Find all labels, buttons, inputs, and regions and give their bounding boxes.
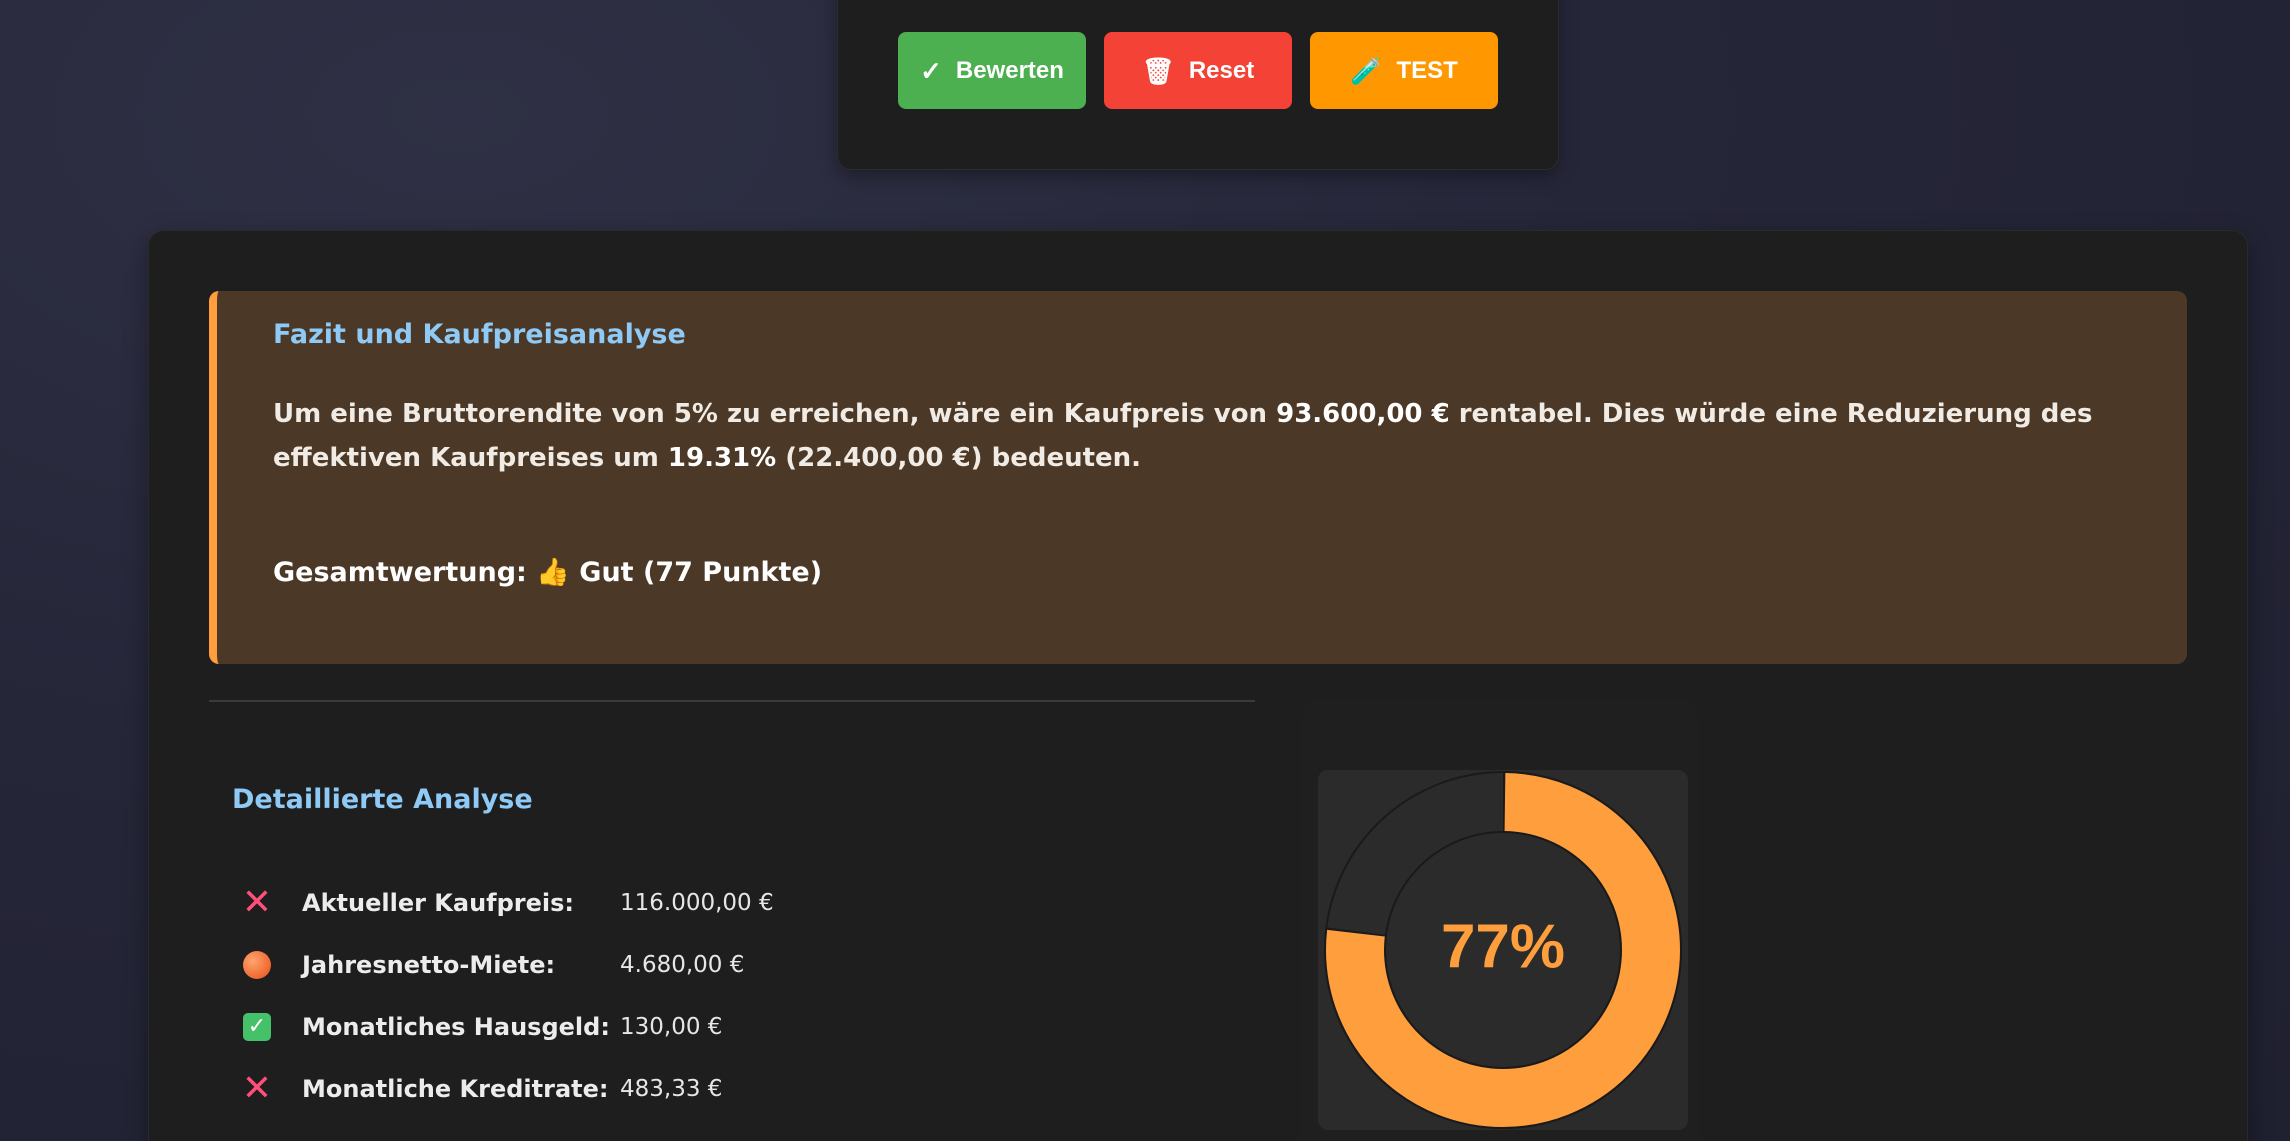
reduction-percent: 19.31%	[667, 443, 777, 473]
cross-icon: ✕	[241, 1068, 273, 1109]
section-divider	[209, 700, 1255, 702]
detail-label: Aktueller Kaufpreis:	[302, 889, 575, 917]
detail-list: ✕ Aktueller Kaufpreis: 116.000,00 € Jahr…	[240, 872, 774, 1120]
test-button[interactable]: 🧪 TEST	[1310, 32, 1498, 109]
test-tube-icon: 🧪	[1350, 55, 1383, 86]
detail-value: 4.680,00 €	[620, 952, 745, 978]
detail-label: Monatliches Hausgeld:	[302, 1013, 610, 1041]
overall-score: Gesamtwertung: 👍 Gut (77 Punkte)	[273, 556, 2187, 588]
test-button-label: TEST	[1396, 56, 1458, 84]
conclusion-title: Fazit und Kaufpreisanalyse	[273, 319, 686, 350]
list-item: ✓ Monatliches Hausgeld: 130,00 €	[240, 996, 774, 1058]
score-donut-chart: 77%	[1324, 771, 1682, 1129]
overall-score-text: Gut (77 Punkte)	[579, 557, 823, 588]
conclusion-text-part1: Um eine Bruttorendite von 5% zu erreiche…	[273, 399, 1277, 429]
conclusion-text: Um eine Bruttorendite von 5% zu erreiche…	[273, 392, 2153, 480]
list-item: Jahresnetto-Miete: 4.680,00 €	[240, 934, 774, 996]
detail-value: 483,33 €	[620, 1076, 723, 1102]
score-percent-label: 77%	[1441, 912, 1565, 981]
cross-icon: ✕	[241, 882, 273, 923]
overall-score-label: Gesamtwertung:	[273, 557, 527, 588]
detail-label: Monatliche Kreditrate:	[302, 1075, 609, 1103]
reset-button-label: Reset	[1188, 56, 1255, 84]
conclusion-box: Fazit und Kaufpreisanalyse Um eine Brutt…	[209, 291, 2187, 664]
evaluate-button-label: Bewerten	[955, 56, 1064, 84]
detail-label: Jahresnetto-Miete:	[302, 951, 556, 979]
evaluate-button[interactable]: ✓ Bewerten	[898, 32, 1086, 109]
trash-icon: 🗑	[1141, 55, 1175, 86]
reset-button[interactable]: 🗑 Reset	[1104, 32, 1292, 109]
detail-value: 116.000,00 €	[620, 890, 774, 916]
list-item: ✕ Monatliche Kreditrate: 483,33 €	[240, 1058, 774, 1120]
target-price: 93.600,00 €	[1276, 399, 1450, 429]
check-icon: ✓	[240, 1010, 274, 1044]
checkmark-icon: ✓	[920, 55, 942, 86]
orange-dot-icon	[240, 948, 274, 982]
list-item: ✕ Aktueller Kaufpreis: 116.000,00 €	[240, 872, 774, 934]
detail-analysis-title: Detaillierte Analyse	[232, 784, 533, 815]
page: ✓ Bewerten 🗑 Reset 🧪 TEST Fazit und Kauf…	[0, 0, 2290, 1141]
thumbs-up-icon: 👍	[536, 557, 570, 588]
conclusion-text-part3: (22.400,00 €) bedeuten.	[776, 443, 1142, 473]
detail-value: 130,00 €	[620, 1014, 723, 1040]
